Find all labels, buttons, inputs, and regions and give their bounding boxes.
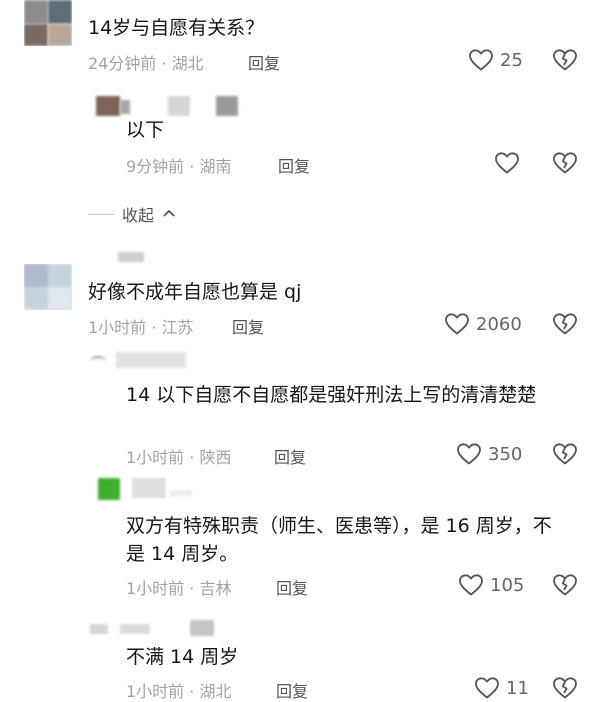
comment-meta: 1小时前 · 陕西 — [126, 448, 232, 467]
like-button[interactable]: 2060 — [444, 312, 522, 336]
like-count: 11 — [506, 677, 529, 699]
comment-text: 双方有特殊职责（师生、医患等），是 16 周岁，不是 14 周岁。 — [126, 515, 552, 565]
like-button[interactable]: 350 — [456, 442, 522, 466]
comment-meta: 1小时前 · 湖北 — [126, 682, 232, 701]
comment-text: 不满 14 周岁 — [126, 646, 239, 668]
heart-outline-icon — [458, 573, 484, 597]
like-count: 105 — [490, 574, 525, 596]
reply-button[interactable]: 回复 — [278, 153, 310, 177]
avatar[interactable] — [90, 620, 250, 638]
heart-outline-icon — [474, 676, 500, 700]
heart-outline-icon — [468, 48, 494, 72]
reply-button[interactable]: 回复 — [274, 444, 306, 468]
avatar[interactable] — [96, 96, 256, 118]
comment-meta: 24分钟前 · 湖北 — [88, 54, 204, 73]
reply-button[interactable]: 回复 — [232, 314, 264, 338]
username-blur — [118, 252, 144, 262]
comment-meta: 1小时前 · 吉林 — [126, 579, 232, 598]
comment-text: 14 以下自愿不自愿都是强奸刑法上写的清清楚楚 — [126, 384, 537, 406]
avatar[interactable] — [90, 352, 200, 372]
broken-heart-icon — [552, 573, 578, 597]
reply-button[interactable]: 回复 — [276, 678, 308, 702]
collapse-label: 收起 — [122, 206, 155, 225]
like-count: 350 — [488, 443, 523, 465]
dislike-button[interactable] — [552, 573, 578, 597]
reply-button[interactable]: 回复 — [276, 575, 308, 599]
divider — [88, 213, 114, 215]
avatar[interactable] — [24, 0, 72, 46]
heart-outline-icon — [444, 312, 470, 336]
like-button[interactable]: 25 — [468, 48, 523, 72]
broken-heart-icon — [552, 48, 578, 72]
reply-button[interactable]: 回复 — [248, 50, 280, 74]
chevron-up-icon — [162, 206, 176, 222]
like-button[interactable] — [494, 151, 526, 175]
avatar[interactable] — [24, 264, 72, 310]
broken-heart-icon — [552, 312, 578, 336]
dislike-button[interactable] — [552, 442, 578, 466]
like-count: 2060 — [476, 313, 522, 335]
dislike-button[interactable] — [552, 151, 578, 175]
broken-heart-icon — [552, 676, 578, 700]
dislike-button[interactable] — [552, 312, 578, 336]
comment-text: 以下 — [126, 119, 165, 141]
broken-heart-icon — [552, 442, 578, 466]
like-count: 25 — [500, 49, 523, 71]
heart-outline-icon — [456, 442, 482, 466]
comment-text: 好像不成年自愿也算是 qj — [88, 281, 302, 303]
dislike-button[interactable] — [552, 676, 578, 700]
comment-text: 14岁与自愿有关系？ — [88, 17, 265, 39]
avatar[interactable] — [98, 478, 198, 502]
broken-heart-icon — [552, 151, 578, 175]
dislike-button[interactable] — [552, 48, 578, 72]
comment-meta: 9分钟前 · 湖南 — [126, 157, 232, 176]
collapse-replies-button[interactable]: 收起 — [88, 202, 176, 226]
comment-meta: 1小时前 · 江苏 — [88, 318, 194, 337]
like-button[interactable]: 105 — [458, 573, 524, 597]
heart-outline-icon — [494, 151, 520, 175]
like-button[interactable]: 11 — [474, 676, 529, 700]
